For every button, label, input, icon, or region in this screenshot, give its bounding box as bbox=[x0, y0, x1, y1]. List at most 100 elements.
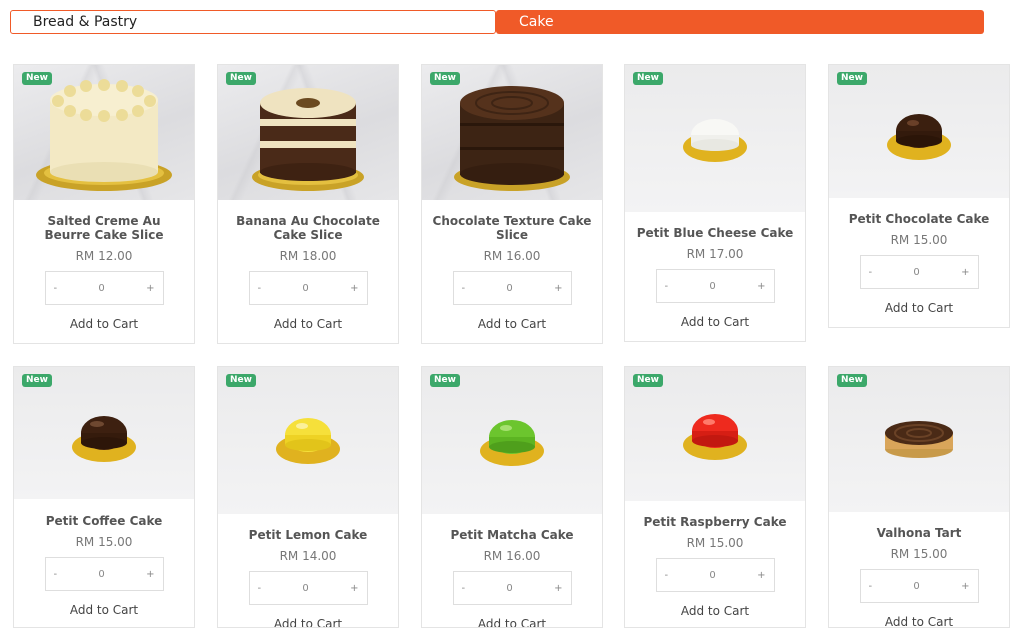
product-name[interactable]: Banana Au Chocolate Cake Slice bbox=[218, 214, 398, 242]
cake-image bbox=[276, 418, 340, 464]
product-image[interactable]: New bbox=[14, 367, 194, 499]
product-name[interactable]: Salted Creme Au Beurre Cake Slice bbox=[14, 214, 194, 242]
decrement-button[interactable]: - bbox=[657, 570, 677, 581]
cake-image bbox=[683, 119, 747, 162]
product-image[interactable]: New bbox=[625, 367, 805, 501]
product-price: RM 15.00 bbox=[686, 536, 744, 550]
new-badge: New bbox=[22, 374, 52, 387]
product-card[interactable]: New Petit Blue Cheese Cake RM 17.00 - 0 … bbox=[624, 64, 806, 342]
increment-button[interactable]: + bbox=[138, 569, 162, 580]
product-image[interactable]: New bbox=[218, 367, 398, 514]
quantity-input[interactable]: 0 bbox=[269, 583, 342, 594]
cake-image bbox=[480, 420, 544, 466]
product-price: RM 15.00 bbox=[890, 233, 948, 247]
decrement-button[interactable]: - bbox=[861, 581, 881, 592]
quantity-input[interactable]: 0 bbox=[676, 281, 749, 292]
new-badge: New bbox=[837, 374, 867, 387]
increment-button[interactable]: + bbox=[749, 281, 773, 292]
quantity-input[interactable]: 0 bbox=[269, 283, 342, 294]
increment-button[interactable]: + bbox=[546, 283, 570, 294]
quantity-input[interactable]: 0 bbox=[676, 570, 749, 581]
product-name[interactable]: Petit Lemon Cake bbox=[218, 528, 398, 542]
new-badge: New bbox=[633, 72, 663, 85]
decrement-button[interactable]: - bbox=[454, 283, 474, 294]
product-image[interactable]: New bbox=[829, 65, 1009, 198]
product-image[interactable]: New bbox=[422, 367, 602, 514]
quantity-stepper: - 0 + bbox=[859, 569, 979, 603]
increment-button[interactable]: + bbox=[138, 283, 162, 294]
product-price: RM 16.00 bbox=[483, 549, 541, 563]
product-card[interactable]: New Valhona Tart RM 15.00 - 0 + Add to C… bbox=[828, 366, 1010, 628]
decrement-button[interactable]: - bbox=[46, 569, 66, 580]
product-card[interactable]: New Petit Coffee Cake RM 15.00 - 0 + Add… bbox=[13, 366, 195, 628]
increment-button[interactable]: + bbox=[953, 267, 977, 278]
add-to-cart-button[interactable]: Add to Cart bbox=[422, 617, 602, 627]
new-badge: New bbox=[226, 72, 256, 85]
quantity-stepper: - 0 + bbox=[452, 271, 572, 305]
product-image[interactable]: New bbox=[625, 65, 805, 212]
add-to-cart-button[interactable]: Add to Cart bbox=[625, 315, 805, 329]
product-name[interactable]: Petit Blue Cheese Cake bbox=[625, 226, 805, 240]
tab-bread-pastry[interactable]: Bread & Pastry bbox=[10, 10, 496, 34]
product-price: RM 16.00 bbox=[483, 249, 541, 263]
product-image[interactable]: New bbox=[422, 65, 602, 200]
tab-cake[interactable]: Cake bbox=[496, 10, 984, 34]
add-to-cart-button[interactable]: Add to Cart bbox=[218, 317, 398, 331]
decrement-button[interactable]: - bbox=[46, 283, 66, 294]
add-to-cart-button[interactable]: Add to Cart bbox=[14, 603, 194, 617]
product-price: RM 15.00 bbox=[890, 547, 948, 561]
product-card[interactable]: New Petit Raspberry Cake RM 15.00 - 0 + … bbox=[624, 366, 806, 628]
add-to-cart-button[interactable]: Add to Cart bbox=[625, 604, 805, 618]
quantity-input[interactable]: 0 bbox=[473, 583, 546, 594]
product-image[interactable]: New bbox=[829, 367, 1009, 512]
cake-image bbox=[36, 79, 172, 191]
product-price: RM 17.00 bbox=[686, 247, 744, 261]
increment-button[interactable]: + bbox=[342, 583, 366, 594]
decrement-button[interactable]: - bbox=[250, 283, 270, 294]
add-to-cart-button[interactable]: Add to Cart bbox=[422, 317, 602, 331]
add-to-cart-button[interactable]: Add to Cart bbox=[14, 317, 194, 331]
quantity-input[interactable]: 0 bbox=[65, 283, 138, 294]
increment-button[interactable]: + bbox=[342, 283, 366, 294]
increment-button[interactable]: + bbox=[546, 583, 570, 594]
product-card[interactable]: New Petit Matcha Cake RM 16.00 - 0 + Add… bbox=[421, 366, 603, 628]
product-card[interactable]: New Petit Lemon Cake RM 14.00 - 0 + Add … bbox=[217, 366, 399, 628]
add-to-cart-button[interactable]: Add to Cart bbox=[829, 301, 1009, 315]
product-image[interactable]: New bbox=[14, 65, 194, 200]
quantity-input[interactable]: 0 bbox=[880, 267, 953, 278]
product-name[interactable]: Chocolate Texture Cake Slice bbox=[422, 214, 602, 242]
cake-image bbox=[252, 88, 364, 191]
product-card[interactable]: New Salted Creme Au Beurre Cake Slice RM… bbox=[13, 64, 195, 344]
increment-button[interactable]: + bbox=[749, 570, 773, 581]
product-card[interactable]: New Banana Au Chocolate Cake Slice RM 18… bbox=[217, 64, 399, 344]
quantity-stepper: - 0 + bbox=[44, 557, 164, 591]
new-badge: New bbox=[633, 374, 663, 387]
add-to-cart-button[interactable]: Add to Cart bbox=[829, 615, 1009, 627]
product-name[interactable]: Valhona Tart bbox=[829, 526, 1009, 540]
product-name[interactable]: Petit Coffee Cake bbox=[14, 514, 194, 528]
product-price: RM 14.00 bbox=[279, 549, 337, 563]
category-tabs: Bread & Pastry Cake bbox=[10, 10, 984, 34]
quantity-input[interactable]: 0 bbox=[65, 569, 138, 580]
product-card[interactable]: New Petit Chocolate Cake RM 15.00 - 0 + … bbox=[828, 64, 1010, 328]
product-image[interactable]: New bbox=[218, 65, 398, 200]
quantity-stepper: - 0 + bbox=[248, 571, 368, 605]
decrement-button[interactable]: - bbox=[454, 583, 474, 594]
product-name[interactable]: Petit Raspberry Cake bbox=[625, 515, 805, 529]
cake-image bbox=[885, 421, 953, 458]
new-badge: New bbox=[430, 374, 460, 387]
decrement-button[interactable]: - bbox=[861, 267, 881, 278]
increment-button[interactable]: + bbox=[953, 581, 977, 592]
cake-image bbox=[683, 414, 747, 460]
quantity-stepper: - 0 + bbox=[655, 558, 775, 592]
decrement-button[interactable]: - bbox=[657, 281, 677, 292]
product-price: RM 15.00 bbox=[75, 535, 133, 549]
decrement-button[interactable]: - bbox=[250, 583, 270, 594]
add-to-cart-button[interactable]: Add to Cart bbox=[218, 617, 398, 627]
product-card[interactable]: New Chocolate Texture Cake Slice RM 16.0… bbox=[421, 64, 603, 344]
product-name[interactable]: Petit Matcha Cake bbox=[422, 528, 602, 542]
quantity-input[interactable]: 0 bbox=[473, 283, 546, 294]
product-name[interactable]: Petit Chocolate Cake bbox=[829, 212, 1009, 226]
product-price: RM 18.00 bbox=[279, 249, 337, 263]
quantity-input[interactable]: 0 bbox=[880, 581, 953, 592]
